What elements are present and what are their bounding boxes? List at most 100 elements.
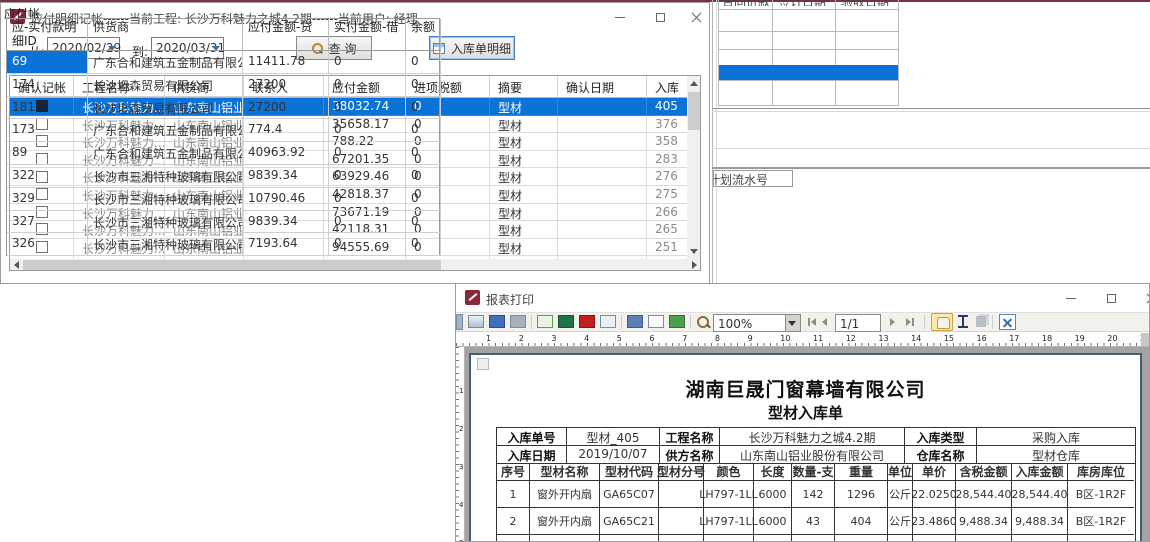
zoom-in-icon[interactable]: [696, 315, 711, 330]
supplier-cell: 广东合和建筑五金制品有限公司: [88, 142, 243, 165]
close-button[interactable]: [685, 7, 707, 27]
pagesetup-icon[interactable]: [627, 315, 643, 328]
ruler-number: 5: [617, 334, 622, 343]
detail-id-cell[interactable]: 69: [7, 51, 88, 74]
vertical-scrollbar[interactable]: [687, 76, 701, 259]
vertical-scroll-thumb[interactable]: [688, 92, 700, 130]
table-row[interactable]: 181长沙坦森贸易有限公司2720000: [7, 97, 439, 120]
column-header[interactable]: 余额: [406, 19, 441, 51]
ruler-number: 20: [1107, 334, 1117, 343]
mail-icon[interactable]: [600, 315, 616, 328]
detail-cell: LH797-1LL: [704, 508, 754, 535]
close-button[interactable]: [1140, 288, 1150, 308]
payable-account-body: 69广东合和建筑五金制品有限公司11411.7800174长沙坦森贸易有限公司2…: [7, 51, 439, 256]
maximize-button[interactable]: [1100, 288, 1122, 308]
detail-column-header: 颜色: [704, 463, 754, 481]
detail-id-cell[interactable]: 173: [7, 119, 88, 142]
table-row[interactable]: 89广东合和建筑五金制品有限公司40963.9200: [7, 142, 439, 165]
text-select-tool-button[interactable]: [956, 315, 970, 329]
scroll-down-icon[interactable]: [690, 249, 698, 254]
table-row[interactable]: 173广东合和建筑五金制品有限公司774.400: [7, 119, 439, 142]
column-header[interactable]: 入库: [647, 76, 688, 98]
column-header[interactable]: 应付金额-贷: [243, 19, 329, 51]
scroll-left-icon[interactable]: [14, 261, 19, 269]
ruler-number: 18: [1042, 334, 1052, 343]
table-row[interactable]: 322长沙市三湘特种玻璃有限公司9839.3400: [7, 165, 439, 188]
detail-column-header: 型材代码: [600, 463, 659, 481]
copy-page-button[interactable]: [976, 316, 986, 327]
toolbar-partial-icon[interactable]: [456, 314, 463, 330]
detail-cell: 28,544.40: [956, 481, 1012, 508]
table-row[interactable]: 326长沙市三湘特种玻璃有限公司7193.6400: [7, 233, 439, 256]
detail-id-cell[interactable]: 327: [7, 211, 88, 234]
excel-icon[interactable]: [558, 315, 574, 328]
report-preview-area[interactable]: 湖南巨晟门窗幕墙有限公司 型材入库单 入库单号型材_405工程名称长沙万科魅力之…: [465, 347, 1150, 542]
book-icon[interactable]: [489, 315, 505, 328]
pdf-icon[interactable]: [579, 315, 595, 328]
balance-cell: 0: [406, 142, 441, 165]
zoom-level-select[interactable]: 100%: [713, 314, 801, 332]
balance-cell: 0: [406, 188, 441, 211]
report-titlebar[interactable]: 报表打印: [456, 284, 1149, 312]
detail-id-cell[interactable]: 329: [7, 188, 88, 211]
balance-cell: 0: [406, 51, 441, 74]
column-header[interactable]: 确认日期: [558, 76, 647, 98]
bg-serial-number-field[interactable]: 计划流水号: [713, 170, 793, 187]
table-row[interactable]: 174长沙坦森贸易有限公司2720000: [7, 74, 439, 97]
ruler-margin-right: [1141, 333, 1150, 346]
detail-cell: 窗外开内扇: [530, 481, 600, 508]
info-label: 入库单号: [497, 428, 567, 446]
bg-serial-label: 计划流水号: [713, 171, 792, 187]
column-header[interactable]: 供货商: [88, 19, 243, 51]
minimize-button[interactable]: [1060, 288, 1082, 308]
scroll-right-icon[interactable]: [692, 261, 697, 269]
detail-id-cell[interactable]: 181: [7, 97, 88, 120]
debit-amount-cell: 0: [329, 233, 406, 256]
background-window-left-border: [712, 0, 713, 283]
export-icon[interactable]: [537, 315, 553, 328]
page-icon[interactable]: [648, 315, 664, 328]
detail-id-cell[interactable]: 89: [7, 142, 88, 165]
column-header[interactable]: 应-实付款明细ID: [7, 19, 88, 51]
report-print-window[interactable]: 报表打印 100% 1/1: [455, 283, 1150, 542]
print-icon[interactable]: [468, 315, 484, 328]
info-value: 型材仓库: [977, 446, 1135, 464]
ruler-number: 4: [459, 501, 463, 509]
inbound-no-cell: 266: [647, 204, 688, 222]
scroll-up-icon[interactable]: [690, 81, 698, 86]
payable-account-header[interactable]: 应-实付款明细ID供货商应付金额-贷实付金额-借余额: [7, 19, 439, 51]
detail-id-cell[interactable]: 322: [7, 165, 88, 188]
horizontal-scrollbar[interactable]: [10, 259, 701, 271]
detail-cell: [530, 535, 600, 542]
table-row[interactable]: 327长沙市三湘特种玻璃有限公司9839.3400: [7, 211, 439, 234]
summary-cell: 型材: [490, 186, 558, 204]
ruler-number: 14: [911, 334, 921, 343]
maximize-button[interactable]: [649, 7, 671, 27]
detail-id-cell[interactable]: 326: [7, 233, 88, 256]
table-row[interactable]: 329长沙市三湘特种玻璃有限公司10790.4600: [7, 188, 439, 211]
ruler-number: 3: [459, 463, 463, 471]
first-page-icon: [808, 318, 810, 326]
background-window-left-border-inner: [716, 0, 717, 283]
minimize-button[interactable]: [609, 7, 631, 27]
pages-icon[interactable]: [669, 315, 685, 328]
options-icon[interactable]: [510, 315, 526, 328]
bg-selected-row[interactable]: [719, 65, 898, 80]
detail-cell: GA65C21: [600, 508, 659, 535]
info-label: 入库类型: [905, 428, 977, 446]
column-header[interactable]: 摘要: [490, 76, 558, 98]
table-row[interactable]: 69广东合和建筑五金制品有限公司11411.7800: [7, 51, 439, 74]
inbound-no-cell: 283: [647, 151, 688, 169]
page-indicator-input[interactable]: 1/1: [835, 314, 881, 332]
inbound-detail-button[interactable]: 入库单明细: [429, 36, 515, 60]
zoom-dropdown-button[interactable]: [785, 315, 800, 331]
detail-empty-row: [497, 535, 1135, 542]
debit-amount-cell: 0: [329, 142, 406, 165]
ruler-number: 1: [459, 387, 463, 395]
detail-column-header: 重量: [835, 463, 888, 481]
close-preview-button[interactable]: [999, 314, 1016, 330]
detail-id-cell[interactable]: 174: [7, 74, 88, 97]
horizontal-scroll-thumb[interactable]: [23, 260, 441, 270]
hand-tool-button[interactable]: [931, 313, 953, 331]
column-header[interactable]: 实付金额-借: [329, 19, 406, 51]
